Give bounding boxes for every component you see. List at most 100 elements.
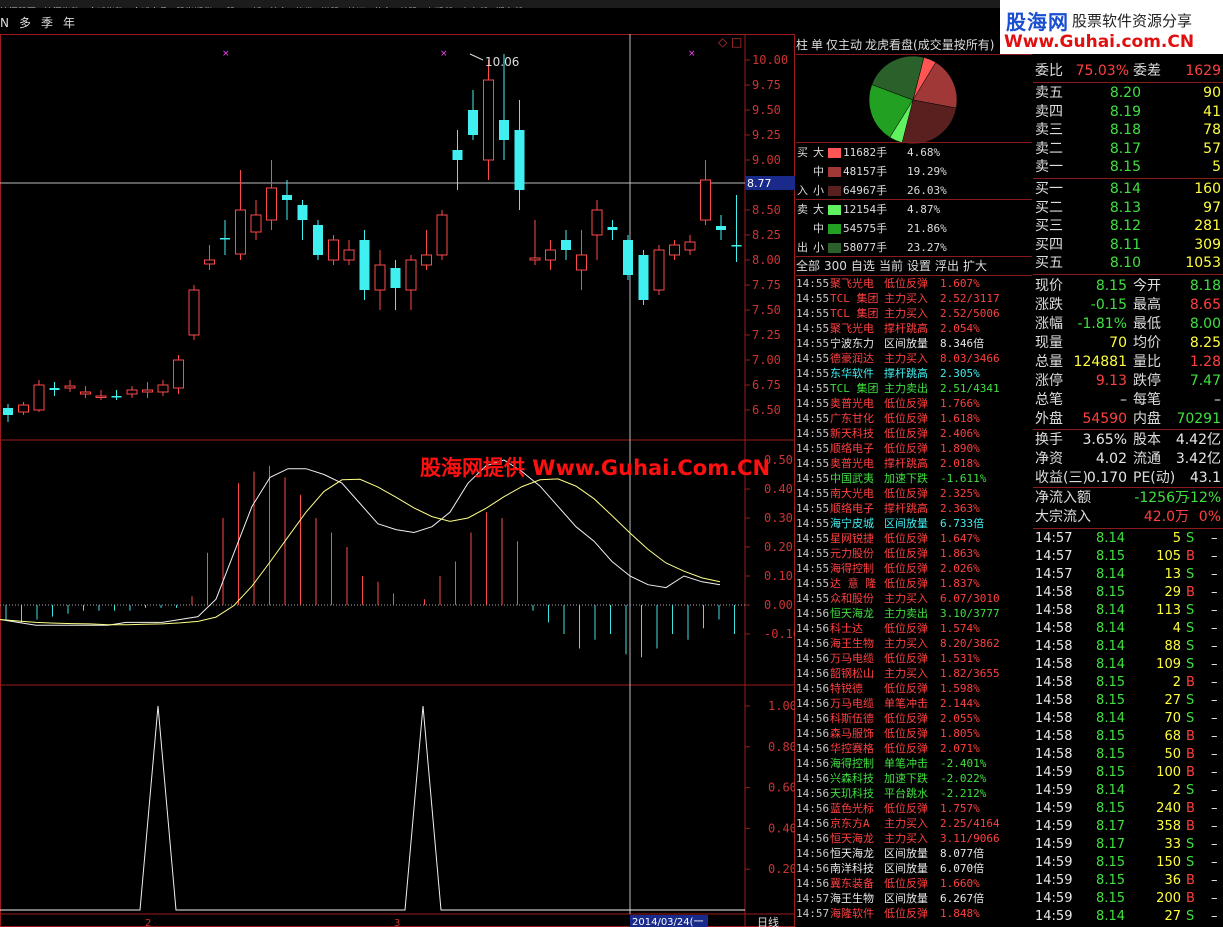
period-button[interactable]: N	[0, 16, 9, 30]
tick-direction: B	[1186, 549, 1195, 564]
alert-row[interactable]: 14:55海得控制 低位反弹 2.026%	[796, 561, 1032, 576]
quote-divider	[1033, 487, 1223, 488]
alert-row[interactable]: 14:55达 意 隆低位反弹 1.837%	[796, 576, 1032, 591]
period-button[interactable]: 多	[19, 16, 31, 30]
stream-action[interactable]: 扩大	[963, 259, 987, 273]
alert-row[interactable]: 14:55元力股份 低位反弹 1.863%	[796, 546, 1032, 561]
candle	[173, 355, 184, 394]
alert-row[interactable]: 14:55广东甘化 低位反弹 1.618%	[796, 411, 1032, 426]
top-menu-bar: 沪深股票沪深指数全球指数全球商品股指期货B股三板基金债券港股外汇黄金美股上期所大…	[0, 0, 1000, 8]
side-tab[interactable]: 仅主动	[826, 38, 862, 52]
chart-options-icon[interactable]: ◇	[718, 35, 728, 49]
alert-row[interactable]: 14:55TCL 集团 主力买入 2.52/5006	[796, 306, 1032, 321]
alert-row[interactable]: 14:56京东方A 主力买入 2.25/4164	[796, 816, 1032, 831]
alert-row[interactable]: 14:55众和股份 主力买入 6.07/3010	[796, 591, 1032, 606]
flow-divider	[796, 142, 1032, 143]
alert-row[interactable]: 14:55TCL 集团 主力卖出 2.51/4341	[796, 381, 1032, 396]
stream-action[interactable]: 浮出	[935, 259, 959, 273]
alert-row[interactable]: 14:55聚飞光电 低位反弹 1.607%	[796, 276, 1032, 291]
alert-row[interactable]: 14:56科士达 低位反弹 1.574%	[796, 621, 1032, 636]
x-tick-label: 3	[394, 918, 400, 927]
alert-row[interactable]: 14:56恒天海龙 主力买入 3.11/9066	[796, 831, 1032, 846]
chart-window-icon[interactable]: □	[731, 35, 742, 49]
alert-row[interactable]: 14:56冀东装备 低位反弹 1.660%	[796, 876, 1032, 891]
alert-row[interactable]: 14:56兴森科技 加速下跌 -2.022%	[796, 771, 1032, 786]
tick-row: 14:58 8.14 4 S –	[1033, 620, 1223, 638]
quote-row: 总笔 – 每笔 –	[1033, 391, 1223, 409]
alert-value: -2.212%	[940, 787, 987, 800]
alert-row[interactable]: 14:56韶钢松山 主力买入 1.82/3655	[796, 666, 1032, 681]
flow-size-label: 小	[813, 184, 824, 197]
stream-action[interactable]: 全部	[796, 259, 820, 273]
alert-row[interactable]: 14:56恒天海龙 区间放量 8.077倍	[796, 846, 1032, 861]
alert-row[interactable]: 14:55中国武夷 加速下跌 -1.611%	[796, 471, 1032, 486]
alert-row[interactable]: 14:55奥普光电 撑杆跳高 2.018%	[796, 456, 1032, 471]
candle	[49, 382, 60, 396]
alert-row[interactable]: 14:55星网锐捷 低位反弹 1.647%	[796, 531, 1032, 546]
side-tab[interactable]: 单	[811, 38, 823, 52]
alert-row[interactable]: 14:56南洋科技 区间放量 6.070倍	[796, 861, 1032, 876]
netflow-label: 净流入额	[1035, 490, 1091, 506]
alert-row[interactable]: 14:56森马服饰 低位反弹 1.805%	[796, 726, 1032, 741]
stream-action[interactable]: 300	[824, 259, 847, 273]
alert-row[interactable]: 14:57海隆软件 低位反弹 1.848%	[796, 906, 1032, 921]
candle	[157, 380, 169, 396]
alert-row[interactable]: 14:56海得控制 单笔冲击 -2.401%	[796, 756, 1032, 771]
logo-url: Www.Guhai.com.CN	[1004, 32, 1195, 52]
alert-row[interactable]: 14:55TCL 集团 主力买入 2.52/3117	[796, 291, 1032, 306]
alert-row[interactable]: 14:56万马电缆 低位反弹 1.531%	[796, 651, 1032, 666]
alert-row[interactable]: 14:55新天科技 低位反弹 2.406%	[796, 426, 1032, 441]
ask-price: 8.18	[1109, 122, 1141, 138]
alert-time: 14:56	[796, 847, 830, 860]
alert-row[interactable]: 14:56蓝色光标 低位反弹 1.757%	[796, 801, 1032, 816]
alert-row[interactable]: 14:56科斯伍德 低位反弹 2.055%	[796, 711, 1032, 726]
tick-direction: S	[1186, 711, 1195, 726]
alert-row[interactable]: 14:56恒天海龙 主力卖出 3.10/3777	[796, 606, 1032, 621]
alert-row[interactable]: 14:55海宁皮城 区间放量 6.733倍	[796, 516, 1032, 531]
tick-time: 14:59	[1035, 783, 1073, 798]
alert-row[interactable]: 14:55南大光电 低位反弹 2.325%	[796, 486, 1032, 501]
candle	[33, 380, 45, 412]
alert-row[interactable]: 14:56海王生物 主力买入 8.20/3862	[796, 636, 1032, 651]
bid-level-label: 买二	[1035, 199, 1063, 216]
tick-direction: B	[1186, 675, 1195, 690]
alert-row[interactable]: 14:55宁波东力 区间放量 8.346倍	[796, 336, 1032, 351]
macd-tick-label: 0.40	[764, 482, 793, 496]
alert-row[interactable]: 14:56特锐德 低位反弹 1.598%	[796, 681, 1032, 696]
alert-row[interactable]: 14:56华控赛格 低位反弹 2.071%	[796, 741, 1032, 756]
flow-volume: 54575手	[843, 222, 888, 235]
stream-action[interactable]: 当前	[879, 259, 903, 273]
alert-row[interactable]: 14:55顺络电子 撑杆跳高 2.363%	[796, 501, 1032, 516]
signal-tick-label: 0.40	[768, 821, 795, 835]
quote-row: 买二 8.13 97	[1033, 199, 1223, 217]
candle	[561, 230, 571, 260]
candle	[576, 230, 587, 290]
alert-row[interactable]: 14:55德豪润达 主力买入 8.03/3466	[796, 351, 1032, 366]
side-tab[interactable]: 龙虎看盘(成交量按所有)	[865, 38, 994, 52]
tick-volume: 5	[1172, 531, 1181, 546]
alert-time: 14:55	[796, 532, 830, 545]
alert-signal: 主力买入	[884, 352, 928, 365]
tick-price: 8.14	[1096, 711, 1125, 726]
tick-volume: 150	[1156, 855, 1181, 870]
alert-row[interactable]: 14:57海王生物 区间放量 6.267倍	[796, 891, 1032, 906]
alert-time: 14:55	[796, 592, 830, 605]
alert-value: 6.267倍	[940, 892, 985, 905]
alert-stock: 达 意 隆	[830, 577, 877, 590]
alert-row[interactable]: 14:55顺络电子 低位反弹 1.890%	[796, 441, 1032, 456]
alert-row[interactable]: 14:56天玑科技 平台跳水 -2.212%	[796, 786, 1032, 801]
stream-action[interactable]: 设置	[907, 259, 931, 273]
period-button[interactable]: 年	[63, 16, 75, 30]
alert-row[interactable]: 14:55聚飞光电 撑杆跳高 2.054%	[796, 321, 1032, 336]
alert-signal: 低位反弹	[884, 877, 928, 890]
period-selector: N多季年	[0, 12, 85, 32]
alert-row[interactable]: 14:55奥普光电 低位反弹 1.766%	[796, 396, 1032, 411]
tick-time: 14:58	[1035, 711, 1073, 726]
tick-time: 14:58	[1035, 729, 1073, 744]
period-button[interactable]: 季	[41, 16, 53, 30]
side-tab[interactable]: 柱	[796, 38, 808, 52]
stream-action[interactable]: 自选	[851, 259, 875, 273]
quote-divider	[1033, 528, 1223, 529]
alert-row[interactable]: 14:55东华软件 撑杆跳高 2.305%	[796, 366, 1032, 381]
alert-row[interactable]: 14:56万马电缆 单笔冲击 2.144%	[796, 696, 1032, 711]
